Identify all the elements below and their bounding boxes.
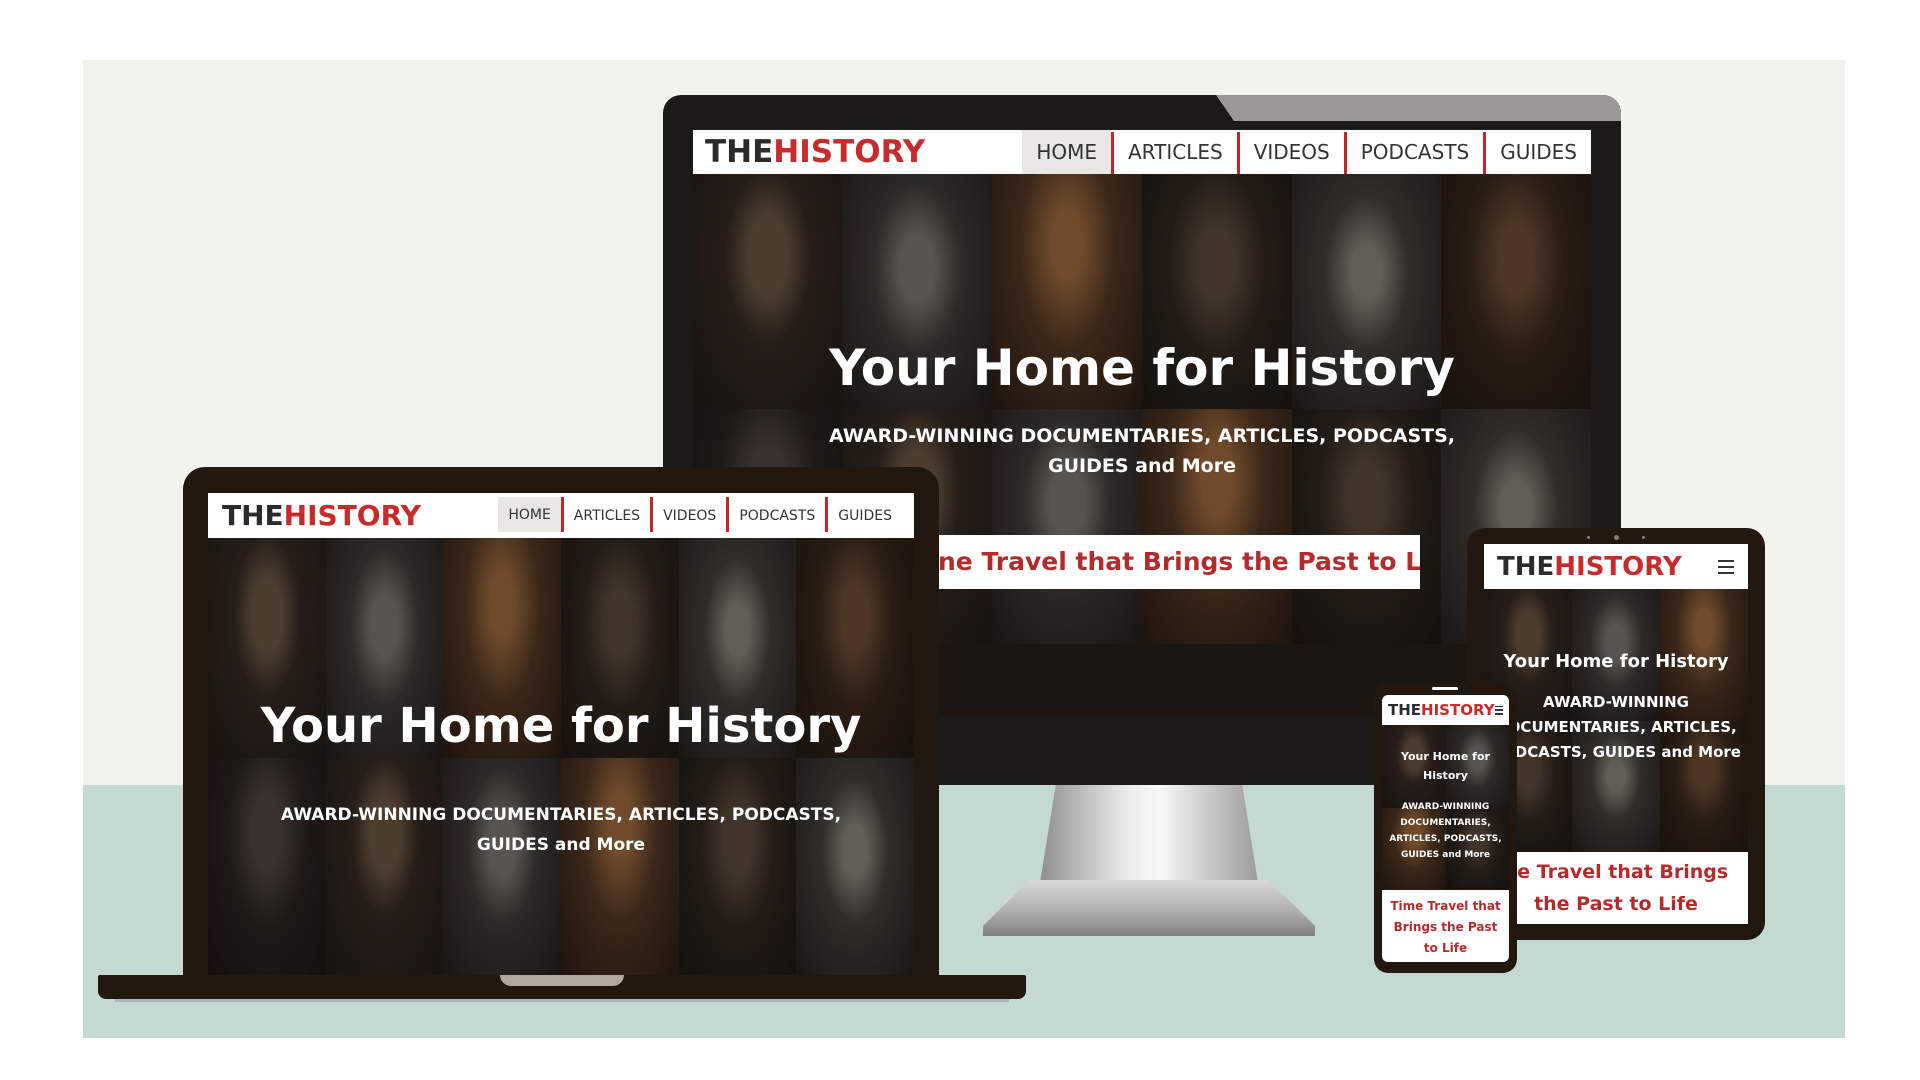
laptop-notch (500, 975, 624, 986)
hero-subline: AWARD-WINNING DOCUMENTARIES, ARTICLES, P… (1389, 802, 1502, 860)
monitor-stand-neck (1038, 785, 1260, 895)
logo-history: HISTORY (773, 134, 926, 170)
nav-videos[interactable]: VIDEOS (1240, 130, 1344, 174)
phone-screen: THEHISTORY Your Home for History AWARD-W… (1382, 695, 1509, 962)
logo-the: THE (705, 134, 774, 170)
logo-the: THE (222, 499, 284, 532)
laptop-nav-menu: HOME ARTICLES VIDEOS PODCASTS GUIDES (498, 493, 902, 538)
logo-the: THE (1497, 551, 1555, 582)
nav-podcasts[interactable]: PODCASTS (1347, 130, 1483, 174)
tablet-navbar: THEHISTORY (1484, 544, 1748, 589)
monitor-navbar: THEHISTORY HOME ARTICLES VIDEOS PODCASTS… (693, 130, 1591, 182)
nav-articles[interactable]: ARTICLES (1114, 130, 1237, 174)
nav-home[interactable]: HOME (1022, 130, 1111, 174)
logo-the: THE (1388, 701, 1422, 719)
hero-subline-line1: AWARD-WINNING DOCUMENTARIES, ARTICLES, P… (280, 805, 842, 825)
cta-text: ne Travel that Brings the Past to Life (938, 547, 1420, 576)
laptop-screen: THEHISTORY HOME ARTICLES VIDEOS PODCASTS… (208, 493, 914, 977)
logo-history: HISTORY (1421, 701, 1495, 719)
tablet-cta-bar[interactable]: ne Travel that Brings the Past to Life (1484, 852, 1748, 924)
hero-overlay (208, 538, 914, 977)
phone-speaker (1432, 687, 1458, 690)
site-logo[interactable]: THEHISTORY (222, 499, 421, 532)
laptop: THEHISTORY HOME ARTICLES VIDEOS PODCASTS… (183, 467, 939, 982)
phone: THEHISTORY Your Home for History AWARD-W… (1374, 683, 1517, 973)
monitor-stand-base (983, 880, 1315, 936)
laptop-navbar: THEHISTORY HOME ARTICLES VIDEOS PODCASTS… (208, 493, 914, 538)
hero-subline-line2: GUIDES and More (476, 835, 646, 855)
hero-subline: AWARD-WINNING DOCUMENTARIES, ARTICLES, P… (208, 800, 914, 860)
nav-guides[interactable]: GUIDES (1486, 130, 1591, 174)
monitor-cta-bar[interactable]: ne Travel that Brings the Past to Life (938, 535, 1420, 589)
nav-home[interactable]: HOME (498, 497, 561, 532)
logo-history: HISTORY (1554, 551, 1682, 582)
hamburger-menu-icon[interactable] (1718, 559, 1734, 574)
hero-headline: Your Home for History (1401, 750, 1490, 782)
site-logo[interactable]: THEHISTORY (1388, 701, 1495, 719)
hero-headline: Your Home for History (829, 339, 1455, 397)
tablet-screen: THEHISTORY Your Home for History AWARD-W… (1484, 544, 1748, 924)
nav-videos[interactable]: VIDEOS (653, 493, 726, 538)
phone-navbar: THEHISTORY (1382, 695, 1509, 725)
hero-subline: AWARD-WINNING DOCUMENTARIES, ARTICLES, P… (1491, 693, 1741, 761)
monitor-glare (1216, 95, 1621, 121)
nav-podcasts[interactable]: PODCASTS (729, 493, 825, 538)
site-logo[interactable]: THEHISTORY (705, 134, 925, 170)
laptop-base (98, 975, 1026, 999)
monitor-nav-menu: HOME ARTICLES VIDEOS PODCASTS GUIDES (1022, 130, 1591, 182)
hero-headline: Your Home for History (1503, 651, 1729, 672)
hero-headline: Your Home for History (260, 698, 862, 754)
site-logo[interactable]: THEHISTORY (1497, 552, 1682, 582)
mockup-canvas: THEHISTORY HOME ARTICLES VIDEOS PODCASTS… (83, 60, 1845, 1038)
hamburger-menu-icon[interactable] (1494, 705, 1503, 715)
hero-subline-line1: AWARD-WINNING DOCUMENTARIES, ARTICLES, P… (828, 425, 1456, 447)
tablet-camera (1587, 534, 1645, 540)
hero-banner: Your Home for History AWARD-WINNING DOCU… (1382, 725, 1509, 890)
nav-guides[interactable]: GUIDES (828, 493, 902, 538)
phone-cta-bar[interactable]: Time Travel that Brings the Past to Life (1382, 890, 1509, 962)
hero-banner: Your Home for History AWARD-WINNING DOCU… (208, 538, 914, 977)
logo-history: HISTORY (283, 499, 421, 532)
hero-banner: Your Home for History AWARD-WINNING DOCU… (1484, 589, 1748, 852)
nav-articles[interactable]: ARTICLES (564, 493, 650, 538)
